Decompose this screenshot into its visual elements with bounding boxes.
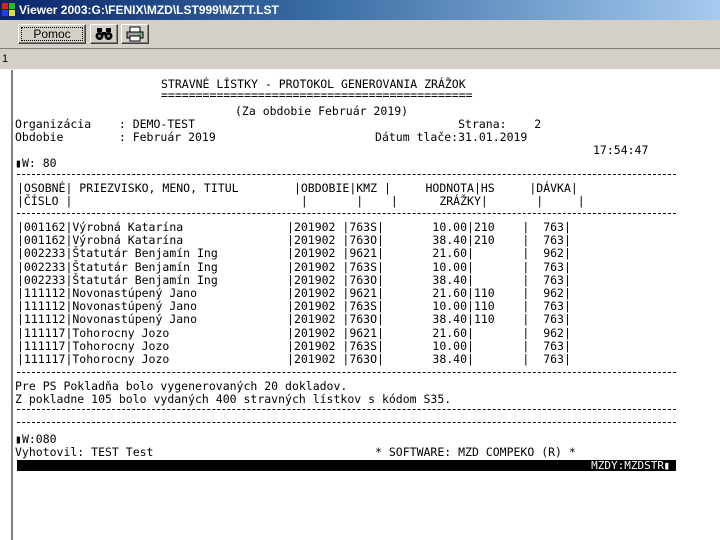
table-row: |111112|Novonastúpený Jano |201902 |9621… (17, 286, 571, 300)
status-bar: MZDY:MZDSTR ▮ (17, 460, 676, 471)
table-row: |111117|Tohorocny Jozo |201902 |9621| 21… (17, 325, 571, 340)
width-value-2: W:080 (21, 432, 57, 446)
window-title: Viewer 2003:G:\FENIX\MZD\LST999\MZTT.LST (19, 3, 279, 17)
status-text: MZDY:MZDSTR ▮ (591, 459, 670, 472)
table-row: |111112|Novonastúpený Jano |201902 |763O… (17, 312, 571, 327)
report-title-underline: ========================================… (161, 88, 473, 102)
table-row: |001162|Výrobná Katarína |201902 |763S| … (17, 220, 571, 234)
find-button[interactable] (90, 24, 118, 44)
separator (17, 372, 676, 373)
table-row: |002233|Štatutár Benjamín Ing |201902 |7… (17, 259, 571, 274)
printer-icon (126, 26, 144, 42)
separator (17, 213, 676, 214)
binoculars-icon (95, 28, 113, 40)
summary-line-2: Z pokladne 105 bolo vydaných 400 stravný… (15, 392, 452, 406)
table-row: |111112|Novonastúpený Jano |201902 |763S… (17, 299, 571, 314)
separator (17, 174, 676, 175)
table-header-2: |ČÍSLO | | | | ZRÁŽKY| | | (17, 194, 585, 208)
help-button[interactable]: Pomoc (18, 24, 86, 44)
separator (17, 409, 676, 410)
separator (17, 422, 676, 423)
table-row: |111117|Tohorocny Jozo |201902 |763S| 10… (17, 338, 571, 353)
print-time: 17:54:47 (593, 143, 649, 157)
table-row: |002233|Štatutár Benjamín Ing |201902 |7… (17, 272, 571, 287)
report-footer: Vyhotovil: TEST Test * SOFTWARE: MZD COM… (15, 445, 576, 459)
report-view[interactable]: STRAVNÉ LÍSTKY - PROTOKOL GENEROVANIA ZR… (11, 70, 720, 540)
table-row: |111117|Tohorocny Jozo |201902 |763O| 38… (17, 352, 571, 366)
toolbar: Pomoc (0, 20, 720, 49)
page-number: 1 (2, 53, 9, 65)
width-line: ▮W: 80 (15, 156, 57, 170)
viewer-app-icon (2, 3, 16, 17)
title-bar: Viewer 2003:G:\FENIX\MZD\LST999\MZTT.LST (0, 0, 720, 20)
page-indicator-bar: 1 (0, 49, 720, 69)
print-button[interactable] (121, 24, 149, 44)
obdobie-line: Obdobie : Február 2019 Dátum tlače:31.01… (15, 130, 528, 144)
table-row: |002233|Štatutár Benjamín Ing |201902 |9… (17, 246, 571, 261)
width-value: W: 80 (21, 156, 57, 170)
